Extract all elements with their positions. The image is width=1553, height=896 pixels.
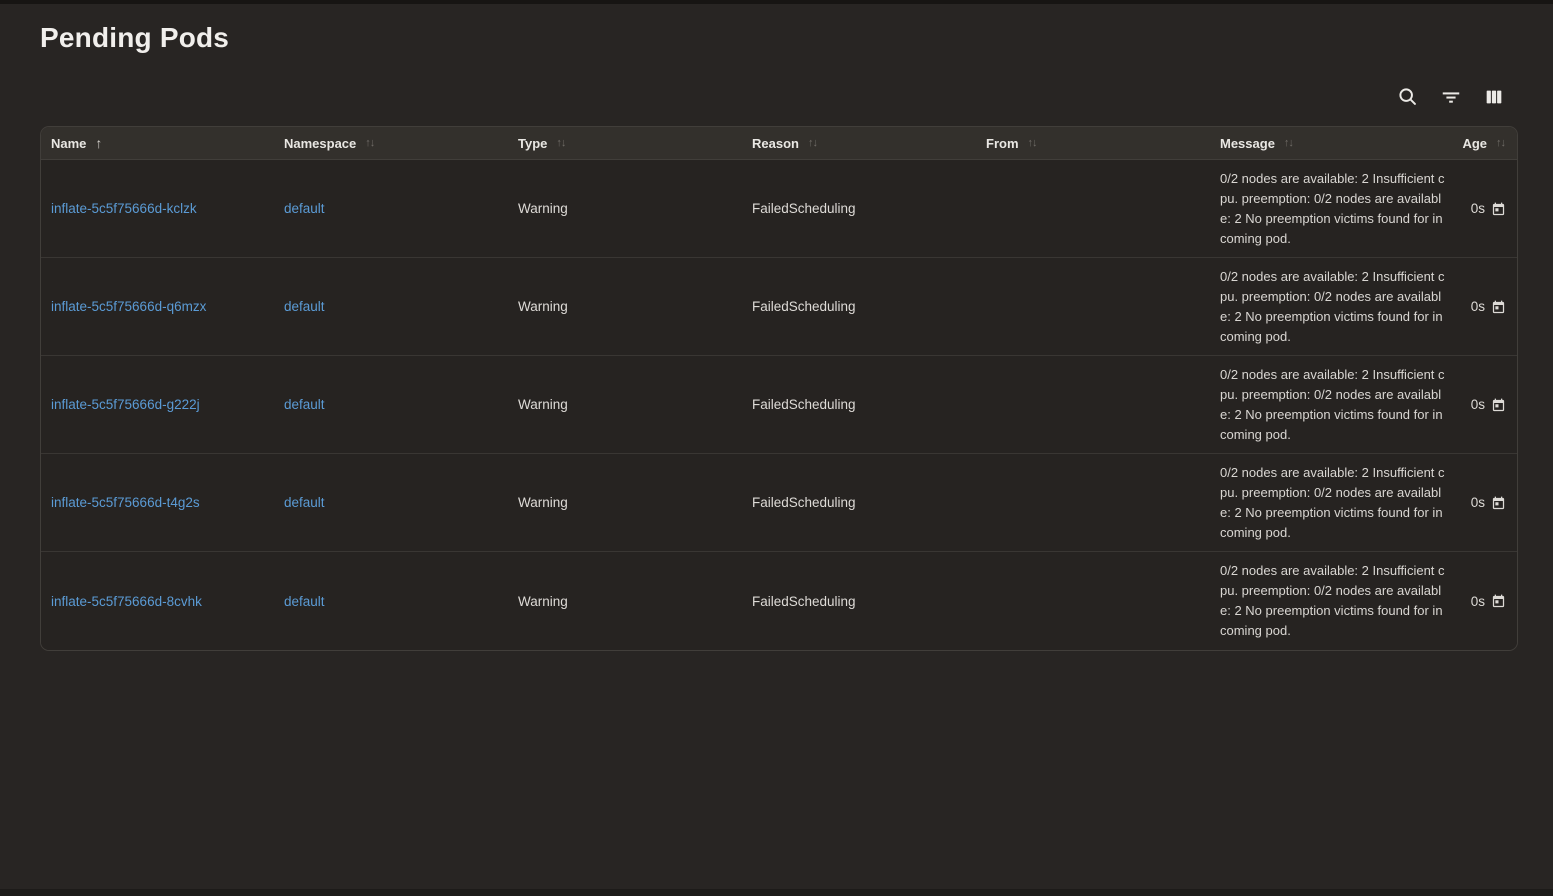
sort-icon: ↑↓ bbox=[1284, 138, 1293, 149]
column-header-name[interactable]: Name ↑ bbox=[41, 127, 274, 159]
cell-reason: FailedScheduling bbox=[742, 356, 976, 453]
columns-icon bbox=[1483, 86, 1505, 108]
namespace-link[interactable]: default bbox=[284, 594, 325, 609]
cell-namespace: default bbox=[274, 160, 508, 257]
calendar-icon bbox=[1491, 202, 1506, 217]
cell-age: 0s bbox=[1449, 552, 1517, 650]
table-row: inflate-5c5f75666d-8cvhk default Warning… bbox=[41, 552, 1517, 650]
column-header-message[interactable]: Message ↑↓ bbox=[1210, 127, 1449, 159]
calendar-icon bbox=[1491, 398, 1506, 413]
cell-type: Warning bbox=[508, 258, 742, 355]
cell-age: 0s bbox=[1449, 356, 1517, 453]
cell-reason: FailedScheduling bbox=[742, 160, 976, 257]
calendar-icon bbox=[1491, 594, 1506, 609]
sort-ascending-icon: ↑ bbox=[95, 136, 102, 150]
bottom-border-strip bbox=[0, 889, 1553, 896]
sort-icon: ↑↓ bbox=[808, 138, 817, 149]
cell-namespace: default bbox=[274, 356, 508, 453]
pending-pods-table: Name ↑ Namespace ↑↓ Type ↑↓ Reason ↑↓ Fr… bbox=[40, 126, 1518, 651]
cell-age: 0s bbox=[1449, 160, 1517, 257]
sort-icon: ↑↓ bbox=[365, 138, 374, 149]
cell-type: Warning bbox=[508, 552, 742, 650]
namespace-link[interactable]: default bbox=[284, 397, 325, 412]
column-header-type[interactable]: Type ↑↓ bbox=[508, 127, 742, 159]
cell-type: Warning bbox=[508, 160, 742, 257]
table-row: inflate-5c5f75666d-g222j default Warning… bbox=[41, 356, 1517, 454]
cell-message: 0/2 nodes are available: 2 Insufficient … bbox=[1210, 454, 1449, 551]
cell-name: inflate-5c5f75666d-8cvhk bbox=[41, 552, 274, 650]
pod-link[interactable]: inflate-5c5f75666d-t4g2s bbox=[51, 495, 200, 510]
table-toolbar bbox=[40, 85, 1518, 109]
filter-icon bbox=[1440, 86, 1462, 108]
cell-name: inflate-5c5f75666d-t4g2s bbox=[41, 454, 274, 551]
cell-namespace: default bbox=[274, 552, 508, 650]
table-row: inflate-5c5f75666d-t4g2s default Warning… bbox=[41, 454, 1517, 552]
table-row: inflate-5c5f75666d-q6mzx default Warning… bbox=[41, 258, 1517, 356]
top-border-strip bbox=[0, 0, 1553, 4]
cell-reason: FailedScheduling bbox=[742, 552, 976, 650]
cell-from bbox=[976, 258, 1210, 355]
cell-reason: FailedScheduling bbox=[742, 454, 976, 551]
cell-name: inflate-5c5f75666d-q6mzx bbox=[41, 258, 274, 355]
calendar-icon bbox=[1491, 300, 1506, 315]
columns-button[interactable] bbox=[1482, 85, 1506, 109]
cell-from bbox=[976, 356, 1210, 453]
cell-from bbox=[976, 454, 1210, 551]
filter-button[interactable] bbox=[1439, 85, 1463, 109]
pod-link[interactable]: inflate-5c5f75666d-g222j bbox=[51, 397, 200, 412]
table-row: inflate-5c5f75666d-kclzk default Warning… bbox=[41, 160, 1517, 258]
pod-link[interactable]: inflate-5c5f75666d-8cvhk bbox=[51, 594, 202, 609]
cell-from bbox=[976, 552, 1210, 650]
pod-link[interactable]: inflate-5c5f75666d-q6mzx bbox=[51, 299, 206, 314]
cell-message: 0/2 nodes are available: 2 Insufficient … bbox=[1210, 356, 1449, 453]
column-header-reason[interactable]: Reason ↑↓ bbox=[742, 127, 976, 159]
calendar-icon bbox=[1491, 496, 1506, 511]
sort-icon: ↑↓ bbox=[1028, 138, 1037, 149]
column-header-from[interactable]: From ↑↓ bbox=[976, 127, 1210, 159]
sort-icon: ↑↓ bbox=[556, 138, 565, 149]
pending-pods-page: Pending Pods bbox=[0, 0, 1553, 896]
pod-link[interactable]: inflate-5c5f75666d-kclzk bbox=[51, 201, 197, 216]
search-icon bbox=[1397, 86, 1419, 108]
cell-namespace: default bbox=[274, 454, 508, 551]
cell-namespace: default bbox=[274, 258, 508, 355]
cell-message: 0/2 nodes are available: 2 Insufficient … bbox=[1210, 160, 1449, 257]
cell-age: 0s bbox=[1449, 258, 1517, 355]
cell-message: 0/2 nodes are available: 2 Insufficient … bbox=[1210, 552, 1449, 650]
cell-type: Warning bbox=[508, 356, 742, 453]
cell-message: 0/2 nodes are available: 2 Insufficient … bbox=[1210, 258, 1449, 355]
table-header-row: Name ↑ Namespace ↑↓ Type ↑↓ Reason ↑↓ Fr… bbox=[41, 127, 1517, 160]
namespace-link[interactable]: default bbox=[284, 299, 325, 314]
page-content: Pending Pods bbox=[0, 22, 1553, 651]
namespace-link[interactable]: default bbox=[284, 201, 325, 216]
cell-age: 0s bbox=[1449, 454, 1517, 551]
column-header-age[interactable]: Age ↑↓ bbox=[1449, 127, 1517, 159]
cell-from bbox=[976, 160, 1210, 257]
search-button[interactable] bbox=[1396, 85, 1420, 109]
column-header-namespace[interactable]: Namespace ↑↓ bbox=[274, 127, 508, 159]
cell-reason: FailedScheduling bbox=[742, 258, 976, 355]
cell-name: inflate-5c5f75666d-kclzk bbox=[41, 160, 274, 257]
page-title: Pending Pods bbox=[40, 22, 1518, 54]
cell-name: inflate-5c5f75666d-g222j bbox=[41, 356, 274, 453]
sort-icon: ↑↓ bbox=[1496, 138, 1505, 149]
namespace-link[interactable]: default bbox=[284, 495, 325, 510]
cell-type: Warning bbox=[508, 454, 742, 551]
